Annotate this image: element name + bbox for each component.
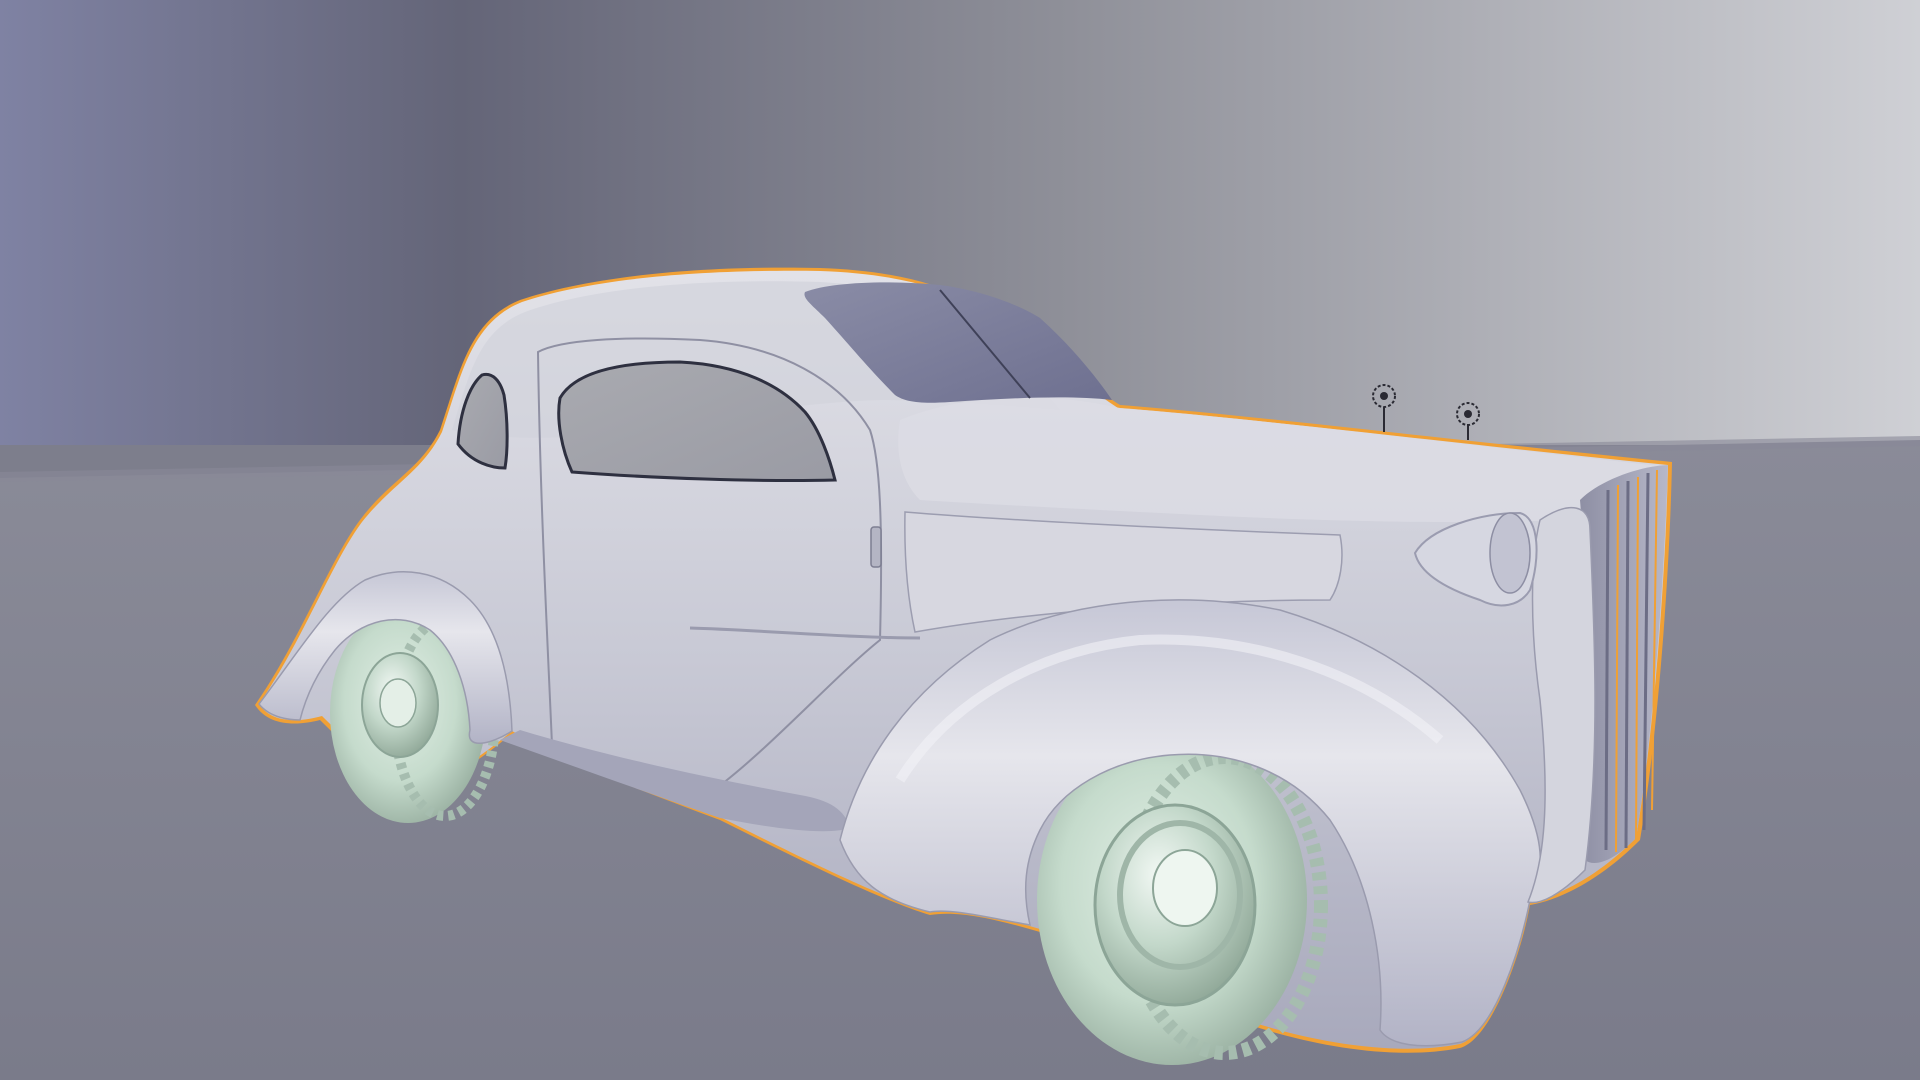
door-handle[interactable] — [870, 526, 882, 568]
light-1-dot — [1380, 392, 1388, 400]
viewport-canvas[interactable] — [0, 0, 1920, 1080]
light-2-dot — [1464, 410, 1472, 418]
grille-bar — [1624, 480, 1630, 849]
grille-bar — [1604, 489, 1610, 851]
headlight-lens — [1489, 512, 1531, 594]
front-hub-center — [1152, 849, 1218, 927]
rear-hub-center — [379, 678, 417, 728]
3d-viewport[interactable] — [0, 0, 1920, 1080]
